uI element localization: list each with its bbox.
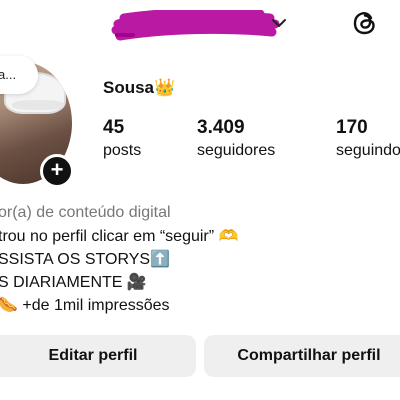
avatar-brim (12, 100, 64, 110)
add-story-button[interactable]: + (40, 154, 74, 188)
edit-profile-button[interactable]: Editar perfil (0, 335, 196, 377)
top-bar (0, 0, 400, 54)
display-name: Sousa👑 (103, 78, 176, 97)
share-profile-button[interactable]: Compartilhar perfil (204, 335, 400, 377)
bio-line-1: trou no perfil clicar em “seguir” 🫶 (0, 228, 239, 245)
stat-followers-label: seguidores (197, 142, 276, 159)
profile-page: a... + Sousa👑 45 posts 3.409 seguidores … (0, 0, 400, 400)
username-redaction[interactable] (110, 10, 280, 42)
stat-following-label: seguindo (336, 142, 400, 159)
stat-posts[interactable]: 45 posts (103, 118, 141, 162)
stat-following[interactable]: 170 seguindo (336, 118, 400, 162)
threads-icon[interactable] (350, 8, 380, 38)
bio-line-2: SSISTA OS STORYS⬆️ (0, 251, 170, 268)
stat-followers[interactable]: 3.409 seguidores (197, 118, 275, 162)
stat-posts-label: posts (103, 142, 142, 159)
bio-line-4: 🌭 +de 1mil impressões (0, 297, 170, 314)
stat-followers-value: 3.409 (197, 117, 245, 138)
note-bubble[interactable]: a... (0, 56, 38, 94)
stat-posts-value: 45 (103, 117, 125, 138)
chevron-down-icon[interactable] (268, 12, 290, 34)
bio-line-3: S DIARIAMENTE 🎥 (0, 274, 147, 291)
stat-following-value: 170 (336, 117, 368, 138)
bio-category: or(a) de conteúdo digital (0, 204, 171, 221)
